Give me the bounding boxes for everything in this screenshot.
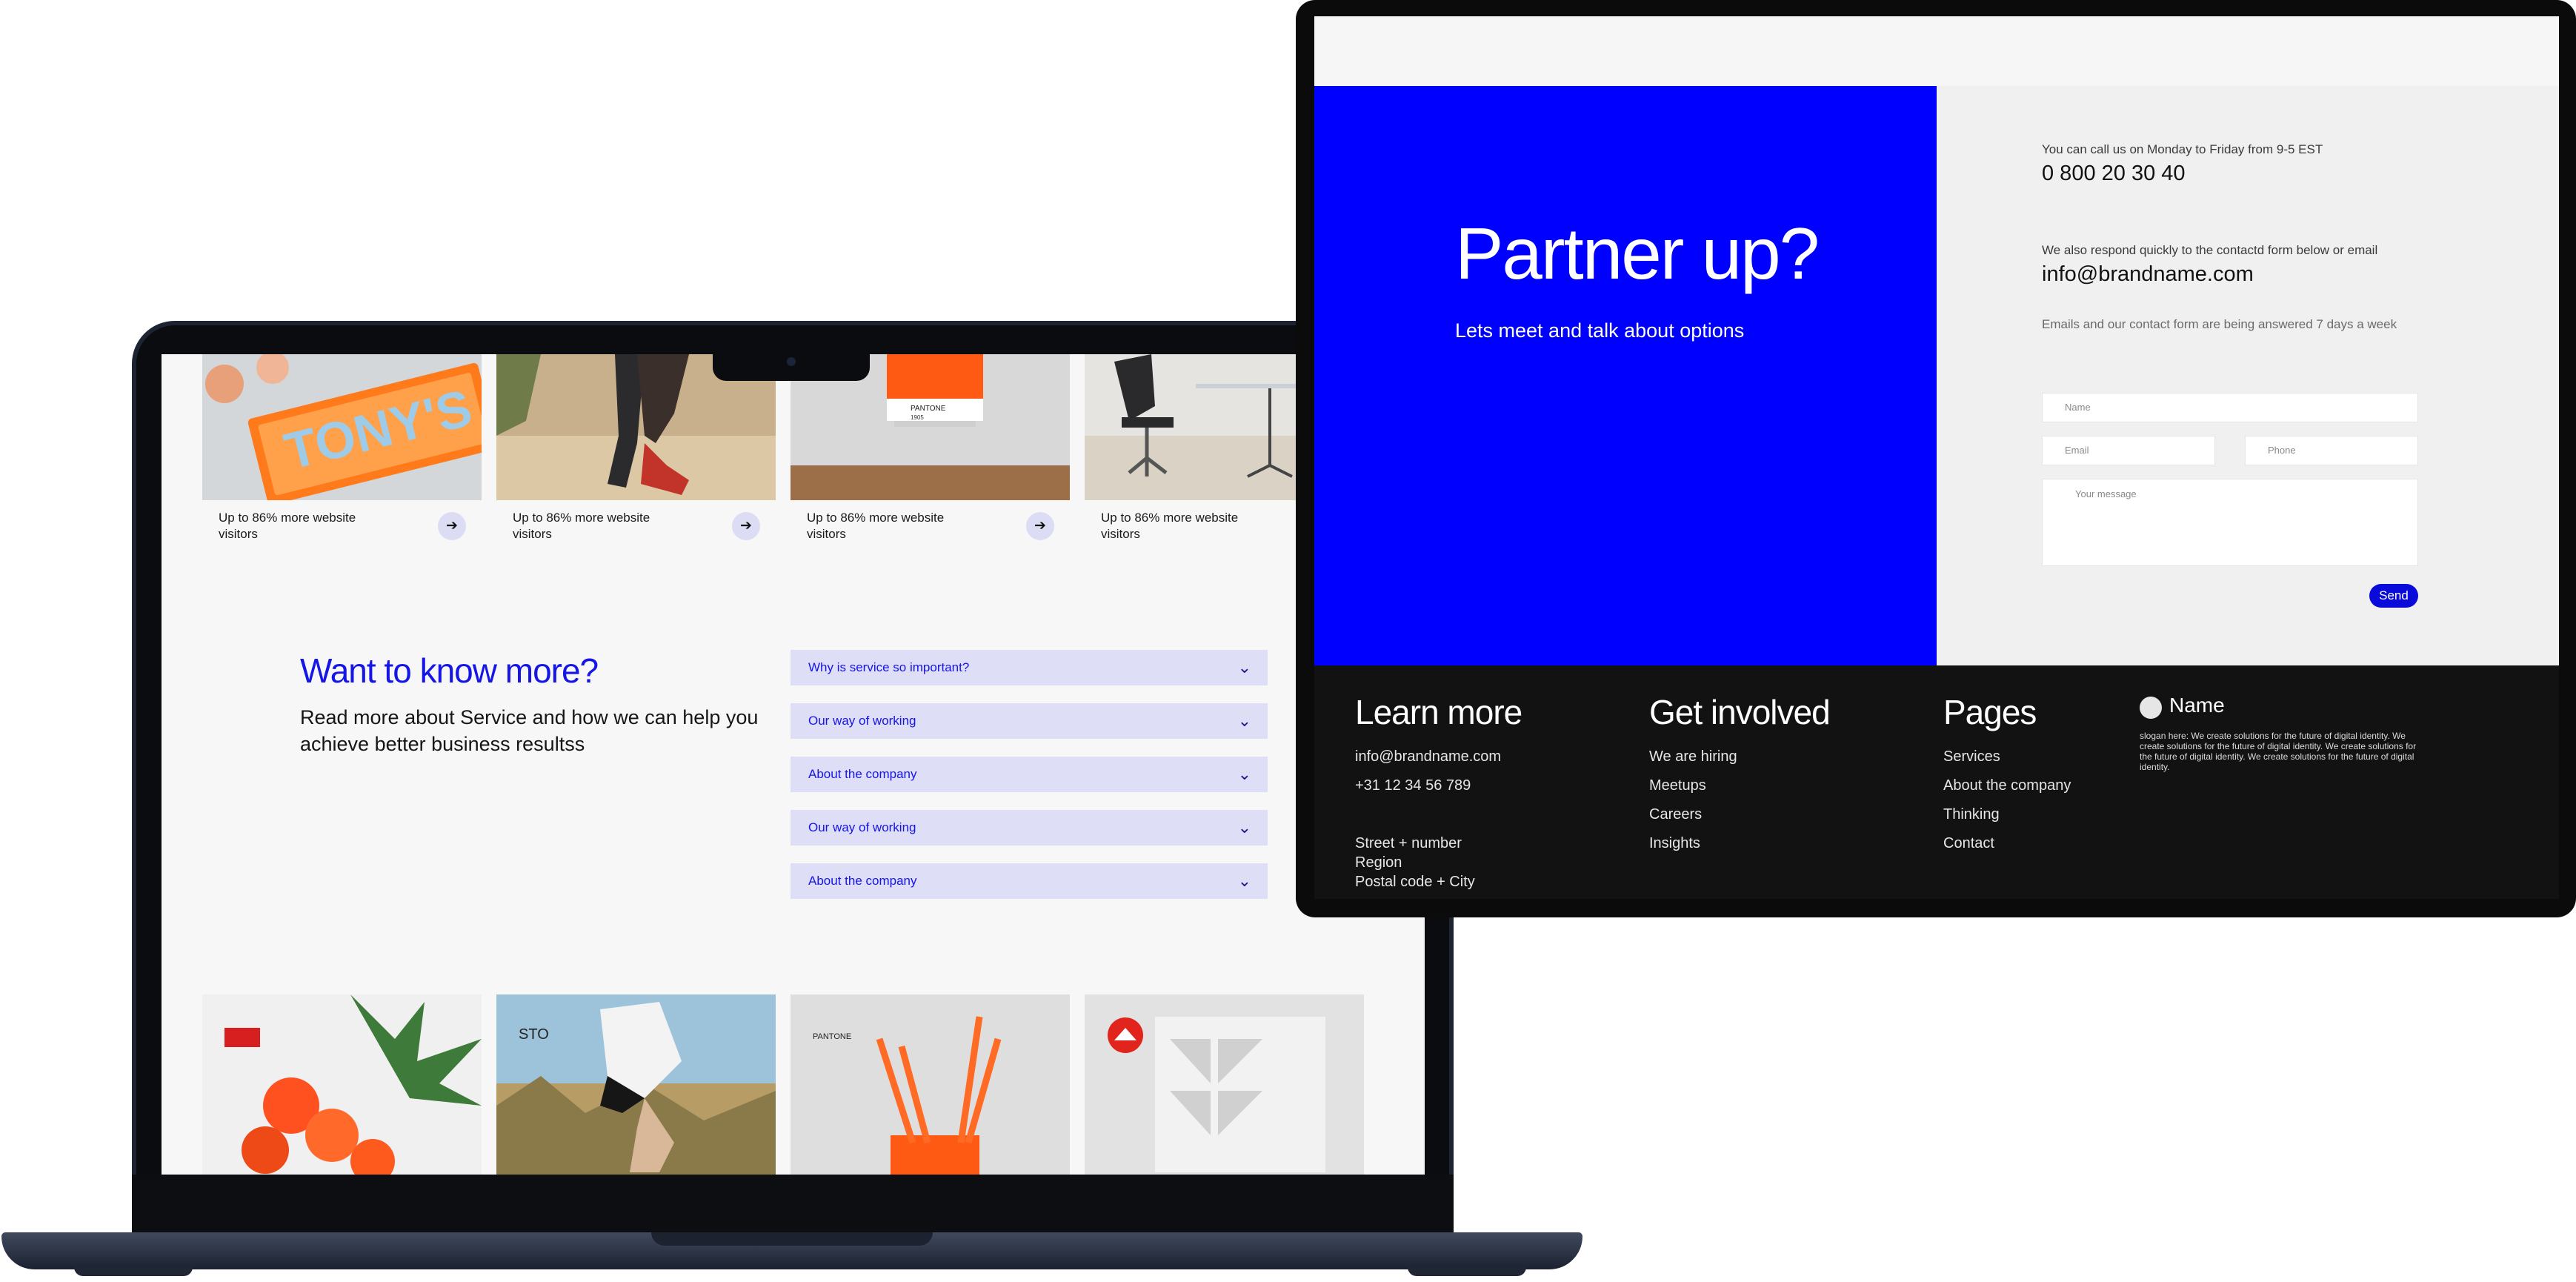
faq-item-label: About the company [808,874,917,888]
laptop-foot-right [1408,1267,1526,1276]
card-caption-2: Up to 86% more website visitors [513,511,650,541]
footer-link[interactable]: About the company [1943,777,2071,794]
footer-link[interactable]: Thinking [1943,806,2000,823]
pantone-label-2: PANTONE [813,1032,851,1041]
chevron-down-icon: ⌄ [1237,871,1251,890]
card-caption-1: Up to 86% more website visitors [219,511,356,541]
send-button[interactable]: Send [2369,584,2418,608]
faq-item-3[interactable]: About the company ⌄ [791,757,1268,792]
footer-heading-learn-more: Learn more [1355,693,1522,731]
footer-heading-pages: Pages [1943,693,2037,731]
chevron-down-icon: ⌄ [1237,658,1251,677]
laptop-foot-left [74,1267,193,1276]
faq-subtext: Read more about Service and how we can h… [300,706,759,755]
faq-item-4[interactable]: Our way of working ⌄ [791,810,1268,846]
hero-title: Partner up? [1455,213,1820,294]
card-image-herman[interactable] [1085,994,1364,1175]
email-field[interactable]: Email [2042,436,2215,465]
phone-number[interactable]: 0 800 20 30 40 [2042,162,2186,186]
laptop-screen: TONY'S PANTONE 1905 Up to 86% more websi… [162,354,1425,1175]
laptop-notch [713,348,870,381]
message-field[interactable]: Your message [2042,479,2418,566]
faq-item-label: Our way of working [808,714,916,728]
phone-field[interactable]: Phone [2245,436,2418,465]
arrow-right-icon[interactable]: ➔ [732,512,760,540]
footer-link[interactable]: Services [1943,748,2000,765]
chevron-down-icon: ⌄ [1237,818,1251,837]
footer-address-line: Region [1355,854,1402,871]
arrow-right-icon[interactable]: ➔ [1026,512,1054,540]
footer-link[interactable]: Contact [1943,835,1994,852]
footer-address-line: Street + number [1355,835,1462,851]
faq-item-label: Our way of working [808,820,916,834]
card-caption-3: Up to 86% more website visitors [807,511,945,541]
faq-heading: Want to know more? [300,651,599,690]
card-caption-4: Up to 86% more website visitors [1101,511,1239,541]
pantone-code: 1905 [911,414,924,421]
hero-subtitle: Lets meet and talk about options [1455,319,1745,342]
name-field[interactable]: Name [2042,393,2418,422]
email-hint: We also respond quickly to the contactd … [2042,243,2378,257]
footer-heading-get-involved: Get involved [1649,693,1831,731]
laptop-chin [132,1175,1454,1234]
chevron-down-icon: ⌄ [1237,765,1251,783]
faq-item-label: Why is service so important? [808,660,970,674]
footer-email[interactable]: info@brandname.com [1355,748,1501,765]
faq-item-label: About the company [808,767,917,781]
footer-phone[interactable]: +31 12 34 56 789 [1355,777,1471,794]
card-image-chocolate[interactable]: TONY'S [202,354,482,500]
footer-link[interactable]: Meetups [1649,777,1706,794]
response-note: Emails and our contact form are being an… [2042,317,2397,331]
card-image-pencils[interactable]: PANTONE [791,994,1070,1175]
mockup-stage: TONY'S PANTONE 1905 Up to 86% more websi… [0,0,2576,1282]
brand-logo-icon [2140,697,2162,719]
pantone-label: PANTONE [911,405,946,413]
arrow-right-icon[interactable]: ➔ [438,512,466,540]
monitor-screen: Partner up? Lets meet and talk about opt… [1314,16,2559,899]
sto-label: STO [519,1026,549,1043]
footer-link[interactable]: Careers [1649,806,1702,823]
contact-email[interactable]: info@brandname.com [2042,262,2254,287]
hero-panel: Partner up? Lets meet and talk about opt… [1314,86,1937,665]
brand-slogan: slogan here: We create solutions for the… [2140,731,2417,772]
card-image-candy[interactable] [202,994,482,1175]
laptop-base [1,1232,1582,1269]
footer-address-line: Postal code + City [1355,874,1475,890]
chevron-down-icon: ⌄ [1237,711,1251,730]
brand-name: Name [2169,694,2225,717]
camera-icon [787,357,796,366]
footer-link[interactable]: Insights [1649,835,1700,852]
faq-item-1[interactable]: Why is service so important? ⌄ [791,650,1268,685]
faq-item-2[interactable]: Our way of working ⌄ [791,703,1268,739]
footer-link[interactable]: We are hiring [1649,748,1737,765]
card-image-running[interactable]: STO [496,994,776,1175]
faq-item-5[interactable]: About the company ⌄ [791,863,1268,899]
contact-panel [1937,86,2559,665]
top-bar [1314,16,2559,86]
call-hint: You can call us on Monday to Friday from… [2042,142,2323,156]
